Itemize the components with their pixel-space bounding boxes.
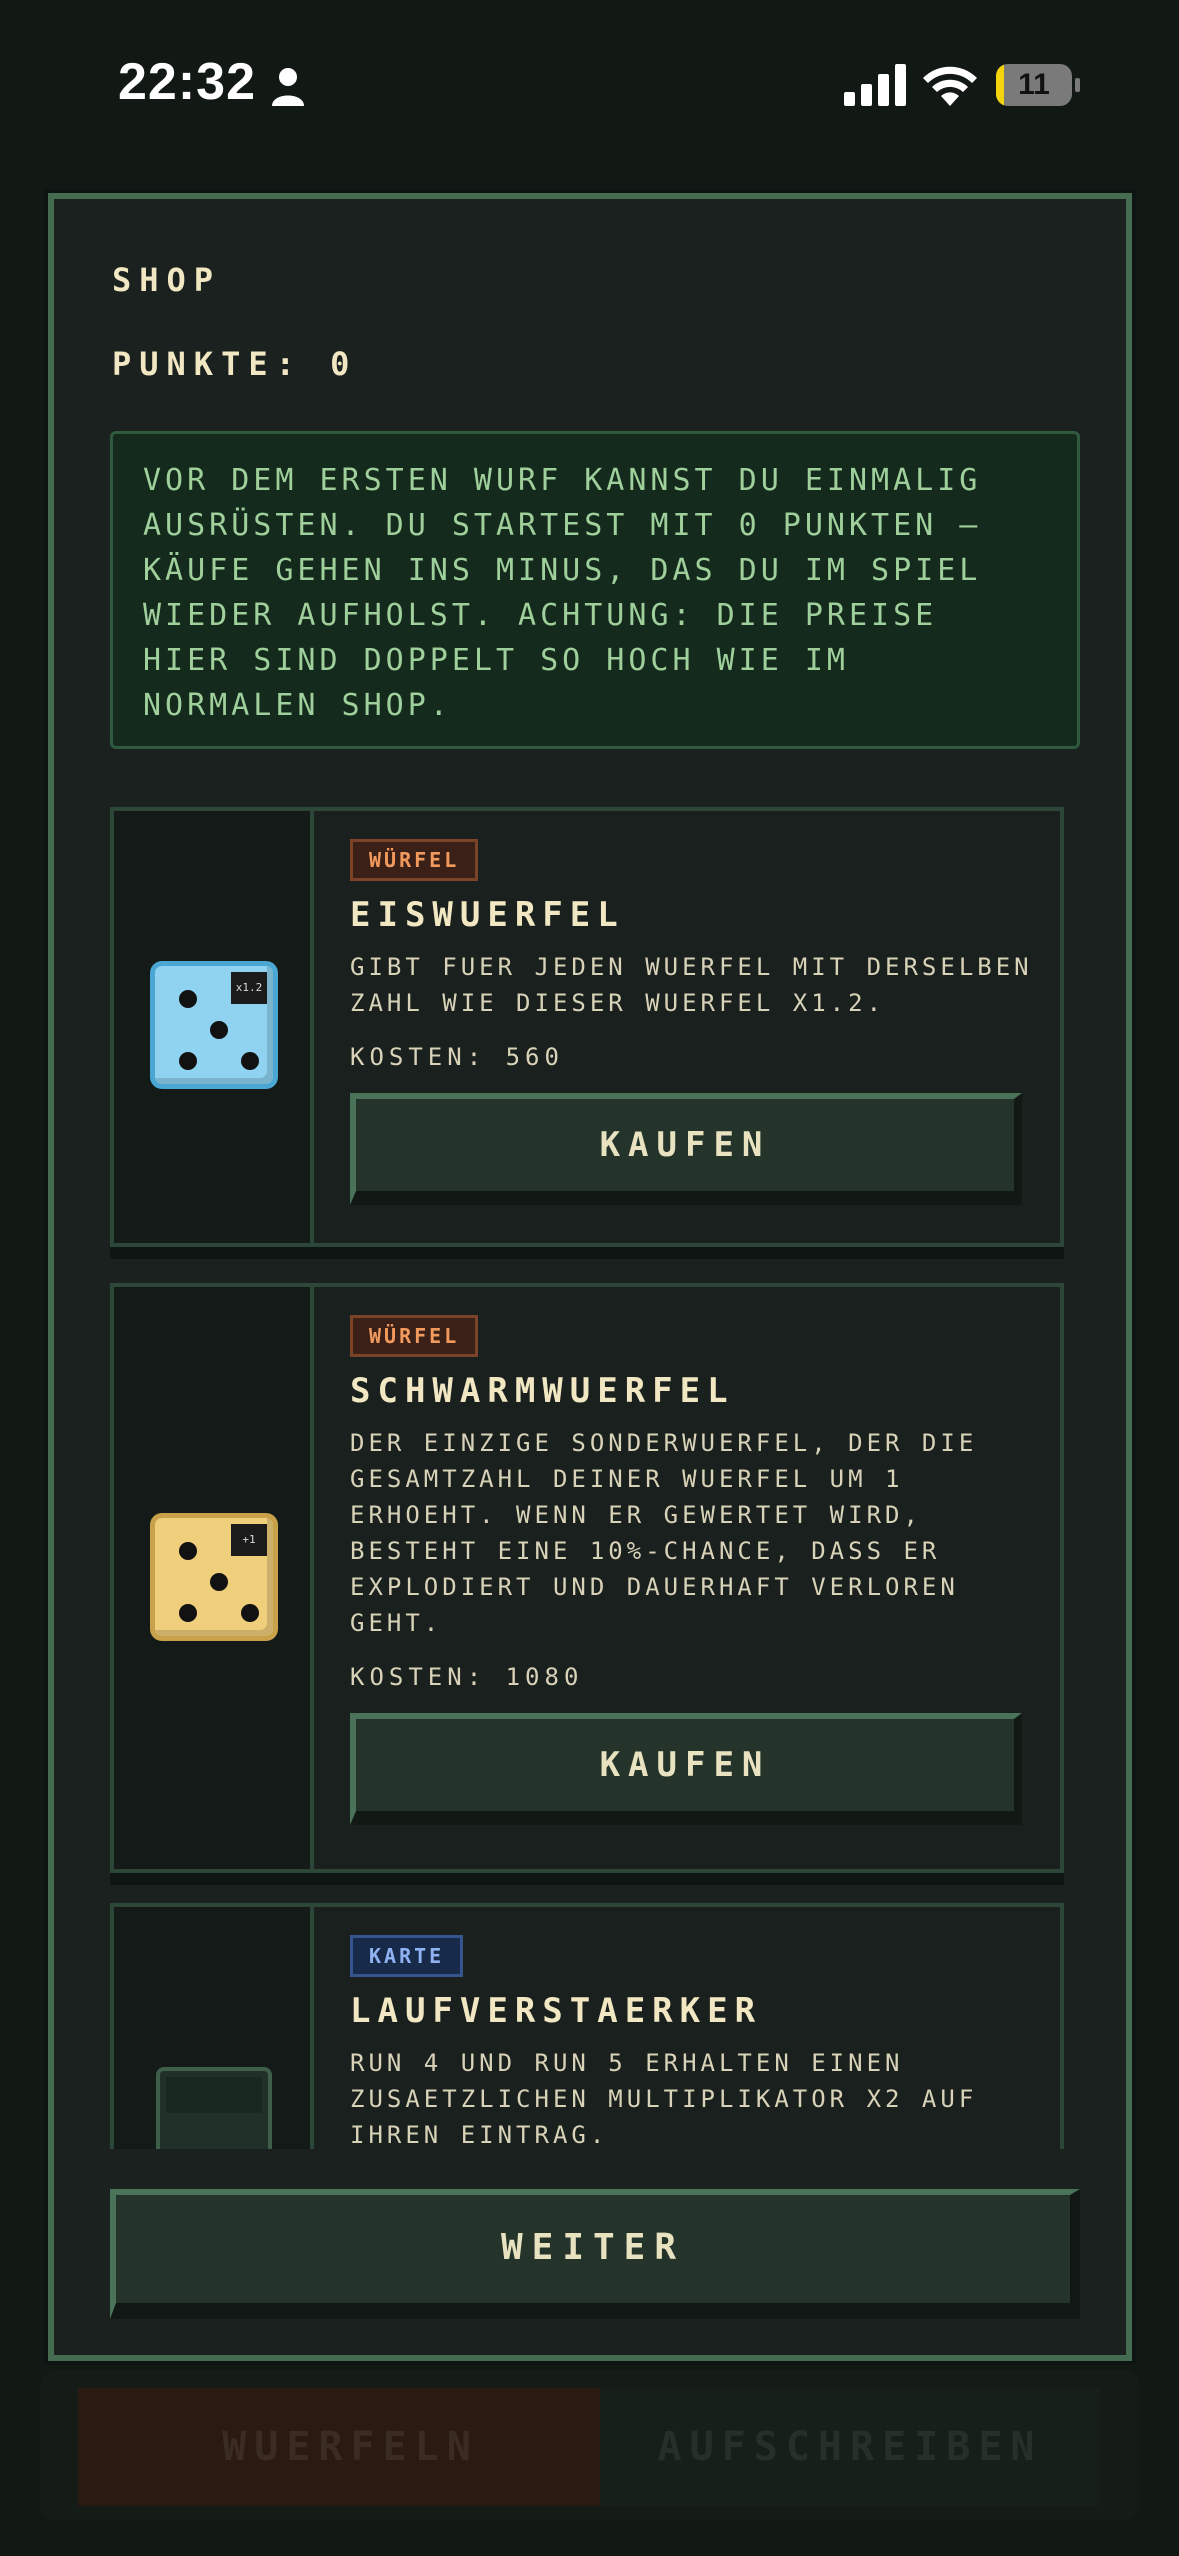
item-thumbnail: +1 <box>114 1287 314 1869</box>
person-icon <box>272 68 304 106</box>
item-name: SCHWARMWUERFEL <box>350 1371 735 1411</box>
item-cost: KOSTEN: 1080 <box>350 1663 584 1691</box>
shop-item-list[interactable]: x1.2 WÜRFEL EISWUERFEL GIBT FUER JEDEN W… <box>110 807 1080 2149</box>
item-name: LAUFVERSTAERKER <box>350 1991 763 2031</box>
info-text: VOR DEM ERSTEN WURF KANNST DU EINMALIG A… <box>143 463 982 723</box>
info-box: VOR DEM ERSTEN WURF KANNST DU EINMALIG A… <box>110 431 1080 749</box>
wifi-icon <box>923 66 977 106</box>
write-button: AUFSCHREIBEN <box>600 2388 1100 2506</box>
points-display: PUNKTE: 0 <box>112 345 358 383</box>
item-description: RUN 4 UND RUN 5 ERHALTEN EINEN ZUSAETZLI… <box>350 2049 978 2149</box>
shop-item-schwarmwuerfel: +1 WÜRFEL SCHWARMWUERFEL DER EINZIGE SON… <box>110 1283 1064 1873</box>
card-icon: x2 <box>156 2067 272 2149</box>
status-bar: 22:32 11 <box>0 0 1179 175</box>
continue-button[interactable]: WEITER <box>110 2189 1080 2319</box>
item-name: EISWUERFEL <box>350 895 625 935</box>
item-tag: WÜRFEL <box>350 839 479 881</box>
item-cost: KOSTEN: 560 <box>350 1043 564 1071</box>
item-tag: WÜRFEL <box>350 1315 479 1357</box>
swarm-die-icon: +1 <box>150 1513 278 1641</box>
signal-icon <box>844 64 906 106</box>
item-description: DER EINZIGE SONDERWUERFEL, DER DIE GESAM… <box>350 1429 978 1637</box>
card-multiplier: x2 <box>160 2147 268 2149</box>
background-action-bar: WUERFELN AUFSCHREIBEN <box>40 2370 1140 2520</box>
shop-modal: SHOP PUNKTE: 0 VOR DEM ERSTEN WURF KANNS… <box>48 193 1132 2361</box>
die-badge: x1.2 <box>231 972 267 1004</box>
battery-icon: 11 <box>996 64 1080 106</box>
item-thumbnail: x1.2 <box>114 811 314 1243</box>
item-tag: KARTE <box>350 1935 464 1977</box>
shop-title: SHOP <box>112 261 222 299</box>
shop-item-laufverstaerker: x2 KARTE LAUFVERSTAERKER RUN 4 UND RUN 5… <box>110 1903 1064 2149</box>
item-thumbnail: x2 <box>114 1907 314 2149</box>
buy-button[interactable]: KAUFEN <box>350 1093 1022 1205</box>
ice-die-icon: x1.2 <box>150 961 278 1089</box>
item-description: GIBT FUER JEDEN WUERFEL MIT DERSELBEN ZA… <box>350 953 1033 1017</box>
buy-button[interactable]: KAUFEN <box>350 1713 1022 1825</box>
die-badge: +1 <box>231 1524 267 1556</box>
battery-level: 11 <box>1018 68 1050 101</box>
roll-button: WUERFELN <box>78 2388 623 2506</box>
shop-item-eiswuerfel: x1.2 WÜRFEL EISWUERFEL GIBT FUER JEDEN W… <box>110 807 1064 1247</box>
status-time: 22:32 <box>118 53 256 111</box>
